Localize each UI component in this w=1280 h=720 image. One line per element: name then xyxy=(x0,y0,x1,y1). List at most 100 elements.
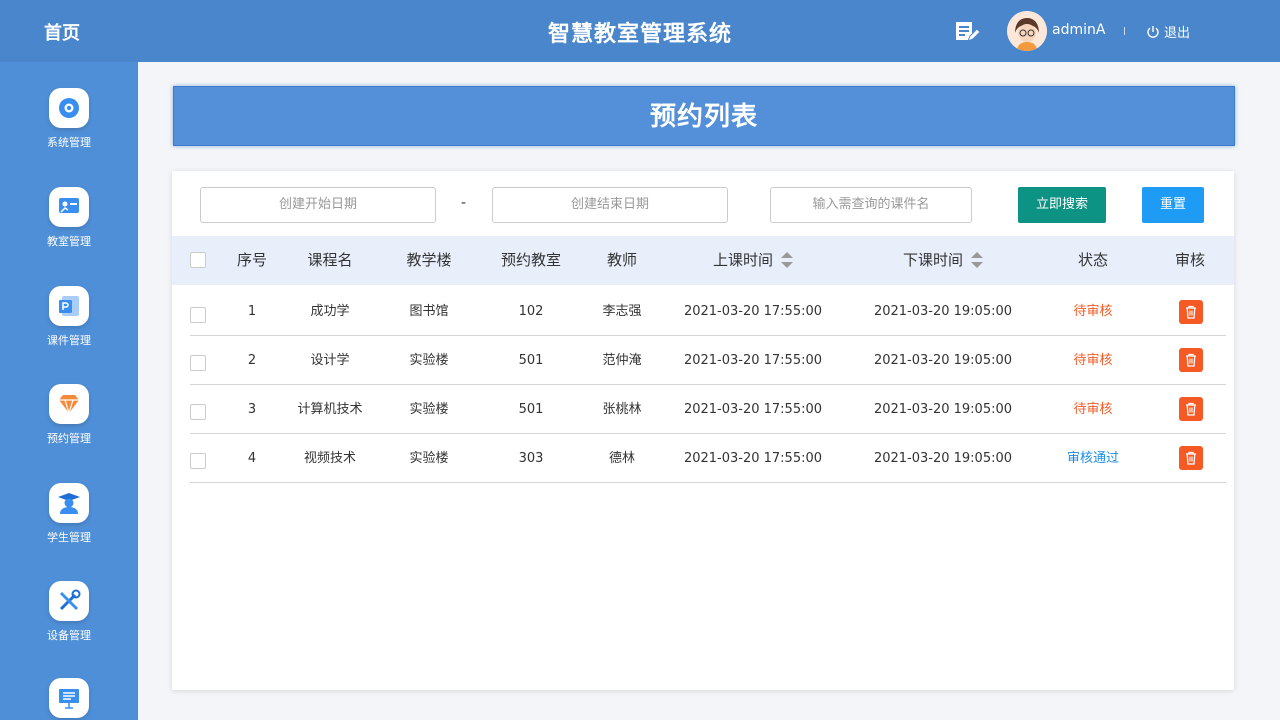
cell-end-time: 2021-03-20 19:05:00 xyxy=(873,402,1013,417)
cell-start-time: 2021-03-20 17:55:00 xyxy=(683,353,823,368)
delete-button[interactable] xyxy=(1179,397,1203,421)
header-course: 课程名 xyxy=(307,251,353,269)
page-title: 预约列表 xyxy=(173,86,1235,146)
cell-course: 设计学 xyxy=(310,353,350,368)
start-date-input[interactable]: 创建开始日期 xyxy=(200,187,436,223)
cell-index: 1 xyxy=(247,304,257,319)
delete-button[interactable] xyxy=(1179,300,1203,324)
sidebar-item-courseware[interactable]: 课件管理 xyxy=(0,286,138,348)
row-checkbox[interactable] xyxy=(190,404,206,420)
classroom-icon xyxy=(49,187,89,227)
cell-building: 实验楼 xyxy=(409,402,449,417)
table-header: 序号 课程名 教学楼 预约教室 教师 上课时间 下课时间 状态 审核 xyxy=(172,236,1234,285)
trash-icon xyxy=(1186,353,1196,367)
cell-room: 501 xyxy=(518,353,544,368)
table-row: 1 成功学 图书馆 102 李志强 2021-03-20 17:55:00 20… xyxy=(190,287,1226,336)
sidebar-item-label: 设备管理 xyxy=(47,629,91,642)
cell-index: 2 xyxy=(247,353,257,368)
diamond-icon xyxy=(49,384,89,424)
logout-label: 退出 xyxy=(1164,26,1191,41)
user-avatar-icon xyxy=(1007,11,1047,51)
trash-icon xyxy=(1186,402,1196,416)
sidebar-item-label: 课件管理 xyxy=(47,334,91,347)
cell-building: 图书馆 xyxy=(409,304,449,319)
row-checkbox[interactable] xyxy=(190,355,206,371)
memo-edit-icon[interactable] xyxy=(954,19,980,45)
trash-icon xyxy=(1186,451,1196,465)
sidebar-item-system[interactable]: 系统管理 xyxy=(0,88,138,150)
ppt-icon xyxy=(49,286,89,326)
cell-index: 4 xyxy=(247,451,257,466)
cell-course: 成功学 xyxy=(310,304,350,319)
top-bar: 首页 智慧教室管理系统 adminA 退出 xyxy=(0,0,1280,62)
sidebar-item-reservation[interactable]: 预约管理 xyxy=(0,384,138,446)
cell-teacher: 德林 xyxy=(608,451,635,466)
row-checkbox[interactable] xyxy=(190,307,206,323)
sort-icon[interactable] xyxy=(781,251,793,268)
divider xyxy=(1124,27,1125,35)
avatar[interactable] xyxy=(1007,11,1047,51)
header-end-time-label: 下课时间 xyxy=(902,251,963,269)
header-start-time-label: 上课时间 xyxy=(712,251,773,269)
header-status: 状态 xyxy=(1077,251,1108,269)
username: adminA xyxy=(1052,22,1106,38)
sidebar: 系统管理 教室管理 课件管理 预约管理 学生管理 设备管理 xyxy=(0,62,138,720)
header-room: 预约教室 xyxy=(500,251,561,269)
logout-button[interactable]: 退出 xyxy=(1146,22,1190,41)
cell-end-time: 2021-03-20 19:05:00 xyxy=(873,353,1013,368)
sidebar-item-more[interactable] xyxy=(0,678,138,720)
table-row: 4 视频技术 实验楼 303 德林 2021-03-20 17:55:00 20… xyxy=(190,434,1226,483)
sidebar-item-classroom[interactable]: 教室管理 xyxy=(0,187,138,249)
presentation-icon xyxy=(49,678,89,718)
cell-status: 审核通过 xyxy=(1066,451,1119,466)
table-row: 2 设计学 实验楼 501 范仲淹 2021-03-20 17:55:00 20… xyxy=(190,336,1226,385)
select-all-checkbox[interactable] xyxy=(190,252,206,268)
search-button[interactable]: 立即搜索 xyxy=(1018,187,1106,223)
tools-icon xyxy=(49,581,89,621)
header-building: 教学楼 xyxy=(406,251,452,269)
table-row: 3 计算机技术 实验楼 501 张桃林 2021-03-20 17:55:00 … xyxy=(190,385,1226,434)
header-audit: 审核 xyxy=(1174,251,1205,269)
cell-teacher: 李志强 xyxy=(602,304,642,319)
cell-room: 501 xyxy=(518,402,544,417)
cell-start-time: 2021-03-20 17:55:00 xyxy=(683,402,823,417)
cell-teacher: 范仲淹 xyxy=(602,353,642,368)
cell-status: 待审核 xyxy=(1073,304,1113,319)
delete-button[interactable] xyxy=(1179,446,1203,470)
sort-icon[interactable] xyxy=(971,251,983,268)
sidebar-item-label: 系统管理 xyxy=(47,136,91,149)
header-start-time[interactable]: 上课时间 xyxy=(658,236,848,285)
cell-status: 待审核 xyxy=(1073,402,1113,417)
cell-course: 计算机技术 xyxy=(297,402,363,417)
date-range-separator: - xyxy=(461,195,467,211)
cell-start-time: 2021-03-20 17:55:00 xyxy=(683,451,823,466)
cell-room: 102 xyxy=(518,304,544,319)
power-icon xyxy=(1147,25,1159,38)
delete-button[interactable] xyxy=(1179,348,1203,372)
cell-status: 待审核 xyxy=(1073,353,1113,368)
sidebar-item-label: 教室管理 xyxy=(47,235,91,248)
sidebar-item-label: 预约管理 xyxy=(47,432,91,445)
cell-teacher: 张桃林 xyxy=(602,402,642,417)
cell-end-time: 2021-03-20 19:05:00 xyxy=(873,304,1013,319)
end-date-input[interactable]: 创建结束日期 xyxy=(492,187,728,223)
cell-index: 3 xyxy=(247,402,257,417)
cell-start-time: 2021-03-20 17:55:00 xyxy=(683,304,823,319)
row-checkbox[interactable] xyxy=(190,453,206,469)
cell-building: 实验楼 xyxy=(409,451,449,466)
reservation-panel: 创建开始日期 - 创建结束日期 输入需查询的课件名 立即搜索 重置 序号 课程名… xyxy=(172,171,1234,690)
sidebar-item-students[interactable]: 学生管理 xyxy=(0,483,138,545)
reset-button[interactable]: 重置 xyxy=(1142,187,1204,223)
sidebar-item-equipment[interactable]: 设备管理 xyxy=(0,581,138,643)
cell-course: 视频技术 xyxy=(303,451,356,466)
cell-room: 303 xyxy=(518,451,544,466)
header-end-time[interactable]: 下课时间 xyxy=(848,236,1038,285)
header-index: 序号 xyxy=(236,251,267,269)
sidebar-item-label: 学生管理 xyxy=(47,531,91,544)
trash-icon xyxy=(1186,305,1196,319)
header-teacher: 教师 xyxy=(606,251,637,269)
cell-end-time: 2021-03-20 19:05:00 xyxy=(873,451,1013,466)
course-search-input[interactable]: 输入需查询的课件名 xyxy=(770,187,972,223)
gear-icon xyxy=(49,88,89,128)
cell-building: 实验楼 xyxy=(409,353,449,368)
